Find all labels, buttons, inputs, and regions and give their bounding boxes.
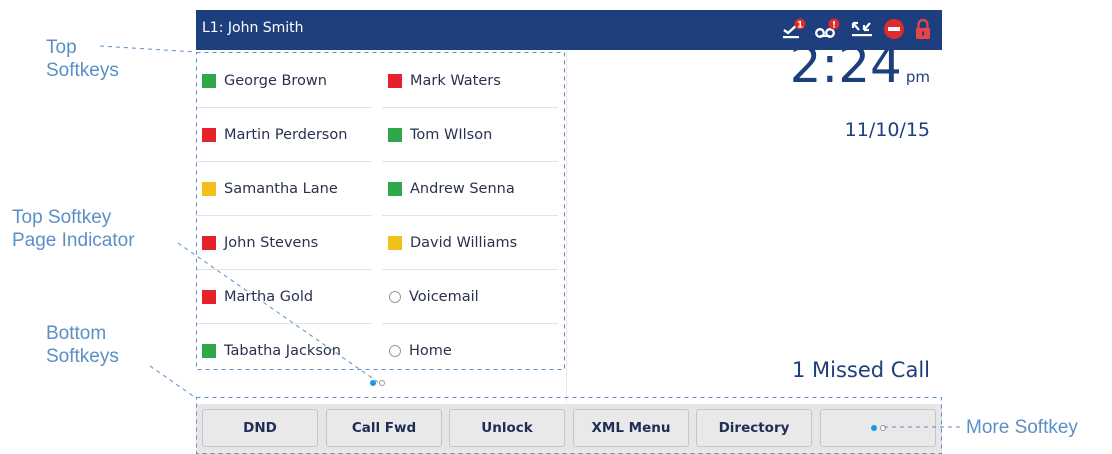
callout-bottom-softkeys: Bottom Softkeys xyxy=(46,322,119,368)
softkey-tabatha-jackson[interactable]: Tabatha Jackson xyxy=(196,324,372,377)
clock: 2:24 pm xyxy=(790,36,930,94)
clock-ampm: pm xyxy=(905,68,930,86)
voicemail-badge: ! xyxy=(832,21,836,31)
top-softkeys-panel: George Brown Martin Perderson Samantha Lan… xyxy=(196,50,566,402)
softkey-label: Martha Gold xyxy=(224,288,314,305)
softkey-column-1: George Brown Martin Perderson Samantha Lan… xyxy=(196,54,372,377)
softkey-label: George Brown xyxy=(224,72,327,89)
button-label: Unlock xyxy=(481,420,533,436)
softkey-john-stevens[interactable]: John Stevens xyxy=(196,216,372,270)
softkey-label: David Williams xyxy=(410,234,518,251)
softkey-label: Tom WIlson xyxy=(410,126,493,143)
callout-line: Top xyxy=(46,37,77,58)
clock-time: 2:24 xyxy=(789,36,902,94)
presence-red-icon xyxy=(202,289,216,304)
softkey-andrew-senna[interactable]: Andrew Senna xyxy=(382,162,558,216)
callout-line: Top Softkey xyxy=(12,207,112,228)
softkey-radio-icon xyxy=(389,290,401,303)
presence-green-icon xyxy=(202,343,216,358)
callout-more-softkey: More Softkey xyxy=(966,417,1078,438)
softkey-martha-gold[interactable]: Martha Gold xyxy=(196,270,372,324)
bottom-softkeys-bar: DND Call Fwd Unlock XML Menu Directory xyxy=(196,404,942,454)
presence-red-icon xyxy=(202,127,216,142)
softkey-label: John Stevens xyxy=(224,234,319,251)
top-softkey-page-indicator[interactable] xyxy=(370,380,390,388)
callout-page-indicator: Top Softkey Page Indicator xyxy=(12,206,135,252)
presence-red-icon xyxy=(202,235,216,250)
softkey-martin-perderson[interactable]: Martin Perderson xyxy=(196,108,372,162)
page-dot-active xyxy=(370,380,376,386)
softkey-column-2: Mark Waters Tom WIlson Andrew Senna David W… xyxy=(382,54,558,377)
more-dot-inactive xyxy=(879,425,886,431)
softkey-label: Home xyxy=(409,342,452,359)
softkey-label: Mark Waters xyxy=(410,72,501,89)
presence-red-icon xyxy=(388,73,402,88)
presence-green-icon xyxy=(388,127,402,142)
unlock-button[interactable]: Unlock xyxy=(449,409,565,447)
line-label: L1: John Smith xyxy=(202,20,304,36)
xml-menu-button[interactable]: XML Menu xyxy=(573,409,689,447)
missed-call-notice[interactable]: 1 Missed Call xyxy=(792,358,930,382)
softkey-david-williams[interactable]: David Williams xyxy=(382,216,558,270)
softkey-samantha-lane[interactable]: Samantha Lane xyxy=(196,162,372,216)
presence-green-icon xyxy=(202,73,216,88)
callout-top-softkeys: Top Softkeys xyxy=(46,36,119,82)
softkey-tom-wilson[interactable]: Tom WIlson xyxy=(382,108,558,162)
softkey-label: Samantha Lane xyxy=(224,180,338,197)
softkey-label: Martin Perderson xyxy=(224,126,348,143)
more-softkey-button[interactable] xyxy=(820,409,936,447)
directory-button[interactable]: Directory xyxy=(696,409,812,447)
callout-line: Bottom xyxy=(46,323,107,344)
callout-line: Softkeys xyxy=(46,346,119,367)
date: 11/10/15 xyxy=(844,119,930,141)
button-label: Directory xyxy=(718,420,790,436)
page-dot-inactive xyxy=(379,380,385,386)
callout-line: Page Indicator xyxy=(12,230,135,251)
missed-calls-badge: 1 xyxy=(797,21,803,31)
more-dot-active xyxy=(870,425,877,431)
softkey-label: Voicemail xyxy=(409,288,479,305)
softkey-home[interactable]: Home xyxy=(382,324,558,377)
softkey-george-brown[interactable]: George Brown xyxy=(196,54,372,108)
callout-line: Softkeys xyxy=(46,60,119,81)
button-label: Call Fwd xyxy=(351,420,417,436)
button-label: DND xyxy=(243,420,277,436)
softkey-voicemail[interactable]: Voicemail xyxy=(382,270,558,324)
dnd-button[interactable]: DND xyxy=(202,409,318,447)
softkey-label: Andrew Senna xyxy=(410,180,515,197)
presence-yellow-icon xyxy=(202,181,216,196)
button-label: XML Menu xyxy=(591,420,671,436)
presence-yellow-icon xyxy=(388,235,402,250)
phone-screen: L1: John Smith 1 ! George Brown Martin P… xyxy=(196,10,942,454)
softkey-radio-icon xyxy=(389,344,401,357)
call-fwd-button[interactable]: Call Fwd xyxy=(326,409,442,447)
panel-divider xyxy=(566,50,567,402)
softkey-label: Tabatha Jackson xyxy=(224,342,341,359)
softkey-mark-waters[interactable]: Mark Waters xyxy=(382,54,558,108)
presence-green-icon xyxy=(388,181,402,196)
